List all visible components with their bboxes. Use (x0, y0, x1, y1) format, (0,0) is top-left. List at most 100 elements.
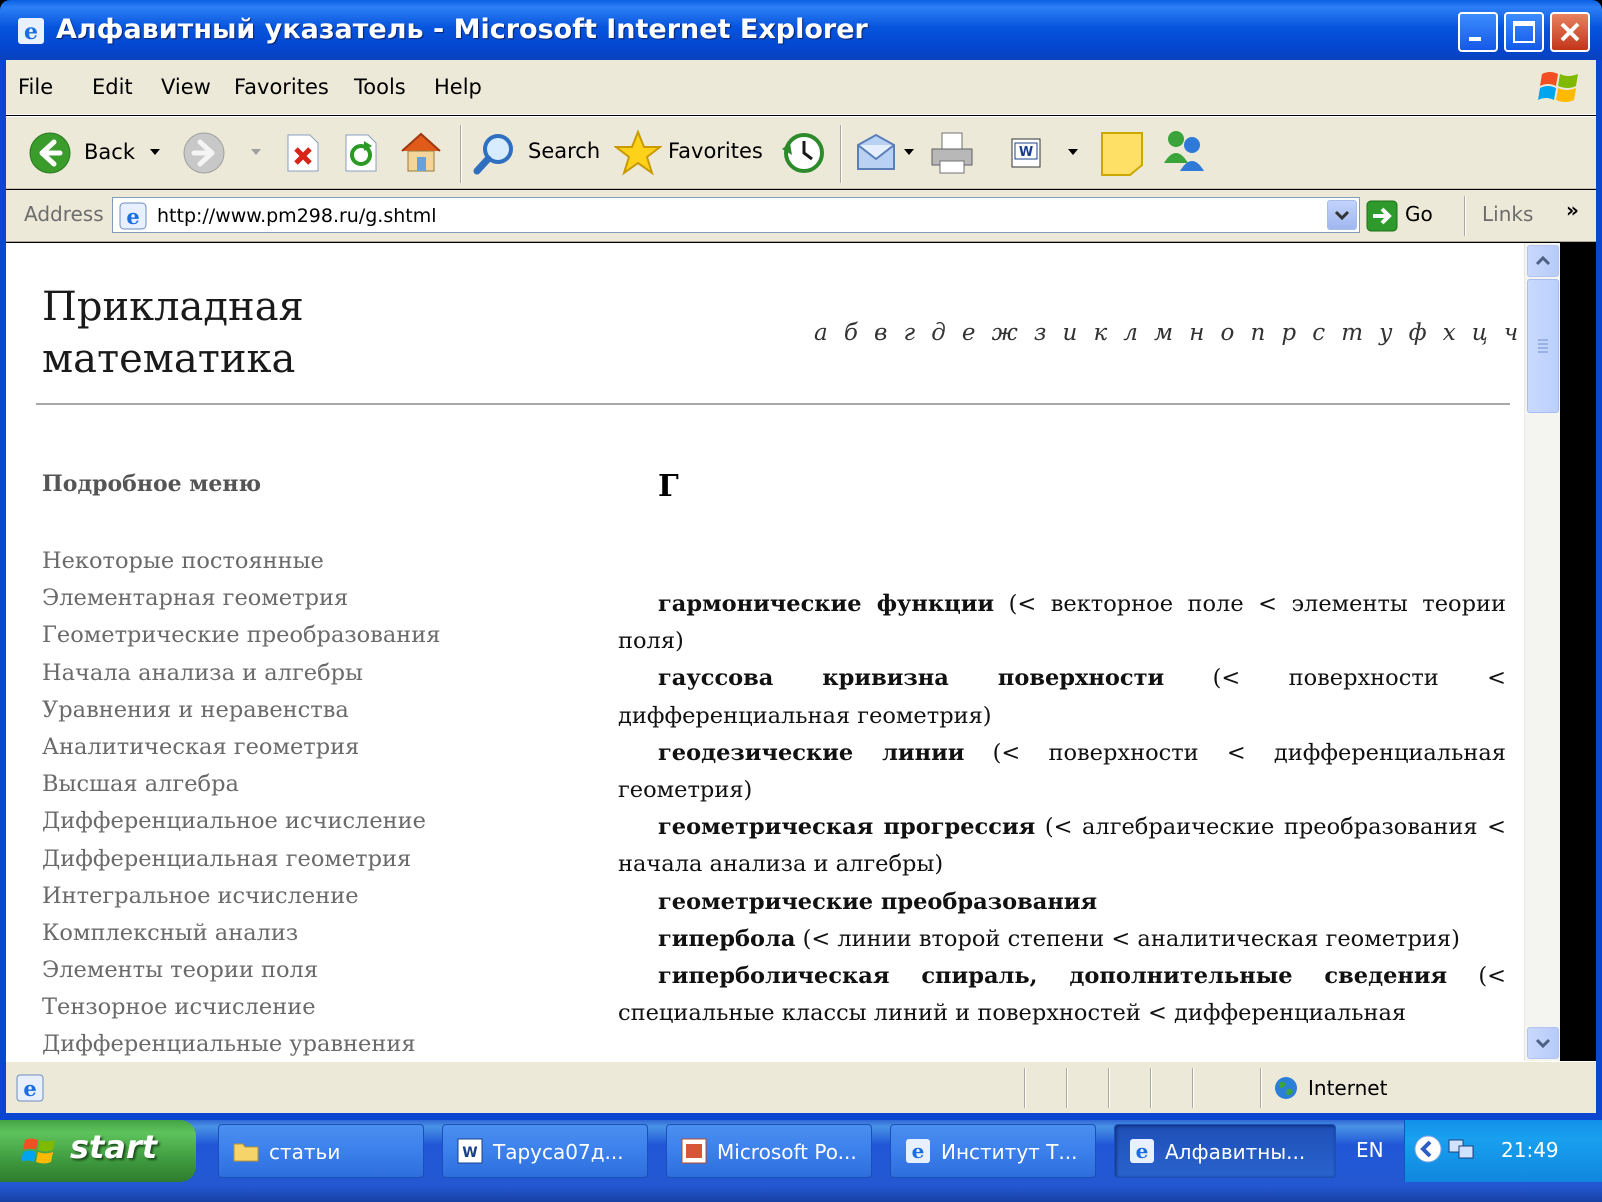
vertical-scrollbar[interactable] (1524, 243, 1560, 1061)
menu-link[interactable]: Комплексный анализ (42, 915, 440, 952)
status-bar: e Internet (6, 1061, 1596, 1113)
search-label: Search (528, 139, 601, 163)
language-indicator[interactable]: EN (1356, 1138, 1384, 1162)
mail-dropdown-icon[interactable] (902, 145, 916, 159)
show-hidden-icons-icon[interactable] (1413, 1134, 1443, 1164)
menu-bar: File Edit View Favorites Tools Help (6, 60, 1596, 115)
favorites-star-icon (613, 129, 663, 176)
address-url[interactable]: http://www.pm298.ru/g.shtml (157, 205, 437, 227)
stop-icon[interactable] (282, 133, 322, 173)
index-entry: геометрические преобразования (618, 884, 1506, 921)
powerpoint-icon (681, 1138, 707, 1164)
index-entry: гипербола (< линии второй степени < анал… (618, 921, 1506, 958)
letter-heading: Г (658, 469, 679, 504)
back-button[interactable]: Back (28, 131, 142, 175)
menu-link[interactable]: Дифференциальное исчисление (42, 803, 440, 840)
index-entry: гармонические функции (< векторное поле … (618, 586, 1506, 660)
windows-logo-icon (1538, 72, 1578, 102)
forward-dropdown-icon[interactable] (249, 145, 263, 159)
mail-icon[interactable] (854, 131, 900, 175)
edit-dropdown-icon[interactable] (1066, 145, 1080, 159)
taskbar-item-word[interactable]: W Таруса07д... (442, 1124, 648, 1178)
menu-link[interactable]: Аналитическая геометрия (42, 729, 440, 766)
ie-icon: e (1130, 1139, 1154, 1163)
menu-link[interactable]: Тензорное исчисление (42, 989, 440, 1026)
entry-term[interactable]: гипербола (658, 926, 795, 952)
discuss-note-icon[interactable] (1098, 129, 1146, 177)
search-button[interactable]: Search (472, 129, 602, 177)
menu-link[interactable]: Элементарная геометрия (42, 580, 440, 617)
title-bar[interactable]: e Алфавитный указатель - Microsoft Inter… (0, 0, 1602, 60)
clock: 21:49 (1501, 1138, 1559, 1162)
minimize-button[interactable] (1458, 12, 1498, 52)
menu-link[interactable]: Дифференциальная геометрия (42, 841, 440, 878)
menu-link[interactable]: Уравнения и неравенства (42, 692, 440, 729)
menu-link[interactable]: Начала анализа и алгебры (42, 655, 440, 692)
close-icon (1560, 22, 1580, 42)
menu-tools[interactable]: Tools (354, 75, 406, 99)
menu-link[interactable]: Интегральное исчисление (42, 878, 440, 915)
maximize-button[interactable] (1504, 12, 1544, 52)
links-button[interactable]: Links (1482, 202, 1533, 226)
scroll-up-button[interactable] (1527, 245, 1559, 277)
chevron-up-icon (1535, 255, 1551, 266)
taskbar-item-label: Microsoft Po... (717, 1140, 857, 1164)
folder-icon (233, 1143, 259, 1162)
svg-text:e: e (23, 1076, 36, 1101)
word-icon: W (457, 1138, 483, 1164)
scroll-down-button[interactable] (1527, 1027, 1559, 1059)
favorites-button[interactable]: Favorites (613, 129, 766, 177)
page-ie-icon: e (119, 202, 147, 230)
entry-term[interactable]: геодезические линии (658, 740, 964, 766)
start-button[interactable]: start (0, 1120, 196, 1182)
taskbar-item-powerpoint[interactable]: Microsoft Po... (666, 1124, 872, 1178)
menu-link[interactable]: Некоторые постоянные (42, 543, 440, 580)
menu-help[interactable]: Help (434, 75, 482, 99)
window-border-bottom (0, 1113, 1602, 1120)
back-arrow-icon (29, 132, 71, 174)
entry-term[interactable]: гармонические функции (658, 591, 994, 617)
window-title: Алфавитный указатель - Microsoft Interne… (56, 14, 868, 45)
address-dropdown-button[interactable] (1327, 200, 1357, 230)
taskbar-item-folder[interactable]: статьи (218, 1124, 424, 1178)
back-label: Back (84, 140, 135, 164)
menu-favorites[interactable]: Favorites (234, 75, 329, 99)
go-button[interactable]: Go (1405, 202, 1433, 226)
entry-term[interactable]: гиперболическая спираль, дополнительные … (658, 963, 1447, 989)
toolbar: Back Search Favorites W (6, 116, 1596, 189)
network-icon[interactable] (1447, 1134, 1477, 1164)
page-content: Прикладная математика а б в г д е ж з и … (6, 243, 1560, 1061)
menu-view[interactable]: View (161, 75, 211, 99)
menu-link[interactable]: Дифференциальные уравнения (42, 1026, 440, 1061)
back-dropdown-icon[interactable] (148, 145, 162, 159)
messenger-icon[interactable] (1158, 127, 1210, 177)
index-entry: геометрическая прогрессия (< алгебраичес… (618, 809, 1506, 883)
word-edit-icon[interactable]: W (1010, 137, 1042, 169)
menu-edit[interactable]: Edit (92, 75, 133, 99)
home-icon[interactable] (398, 129, 444, 175)
menu-link[interactable]: Высшая алгебра (42, 766, 440, 803)
menu-link[interactable]: Геометрические преобразования (42, 617, 440, 654)
forward-arrow-icon[interactable] (182, 131, 226, 175)
address-input[interactable]: e http://www.pm298.ru/g.shtml (112, 197, 1360, 233)
entry-term[interactable]: геометрические преобразования (658, 889, 1097, 915)
taskbar-item-label: Институт Т... (941, 1140, 1078, 1164)
entry-term[interactable]: геометрическая прогрессия (658, 814, 1035, 840)
taskbar-item-label: Алфавитны... (1165, 1140, 1306, 1164)
menu-file[interactable]: File (18, 75, 53, 99)
alphabet-index[interactable]: а б в г д е ж з и к л м н о п р с т у ф … (814, 320, 1560, 346)
address-label: Address (24, 202, 104, 226)
print-icon[interactable] (928, 129, 976, 177)
taskbar-item-ie[interactable]: e Институт Т... (890, 1124, 1096, 1178)
close-button[interactable] (1550, 12, 1590, 52)
refresh-icon[interactable] (340, 133, 380, 173)
menu-link[interactable]: Элементы теории поля (42, 952, 440, 989)
svg-text:e: e (24, 19, 38, 44)
links-chevron-icon[interactable]: » (1566, 198, 1579, 222)
menu-heading: Подробное меню (42, 471, 262, 497)
taskbar-item-ie-active[interactable]: e Алфавитны... (1114, 1124, 1336, 1178)
go-arrow-icon[interactable] (1366, 200, 1398, 232)
history-icon[interactable] (778, 129, 826, 177)
scroll-thumb[interactable] (1527, 279, 1559, 413)
entry-term[interactable]: гауссова кривизна поверхности (658, 665, 1164, 691)
